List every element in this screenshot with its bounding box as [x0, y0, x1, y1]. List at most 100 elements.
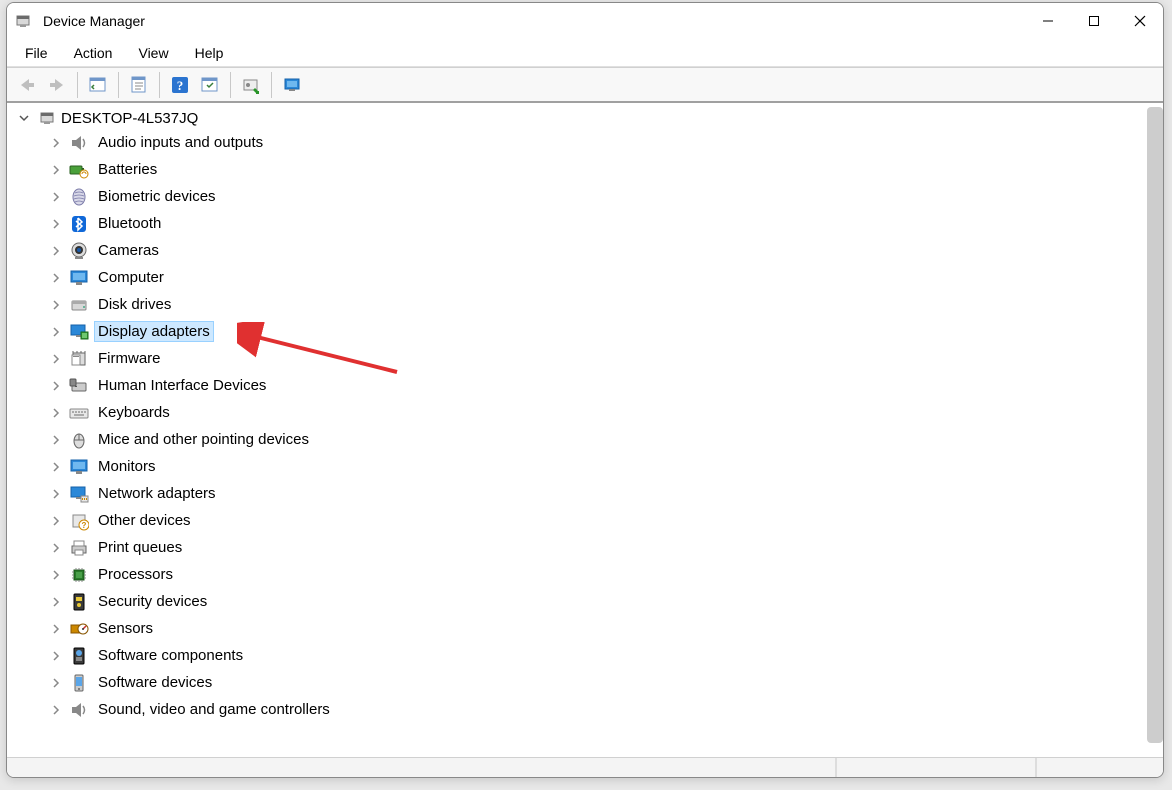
- expand-icon[interactable]: [51, 219, 67, 229]
- close-button[interactable]: [1117, 3, 1163, 39]
- maximize-button[interactable]: [1071, 3, 1117, 39]
- status-segment: [1037, 758, 1163, 777]
- other-icon: [69, 511, 89, 531]
- tree-item[interactable]: Firmware: [7, 345, 1163, 372]
- toolbar: ?: [7, 67, 1163, 103]
- window-controls: [1025, 3, 1163, 39]
- tree-item[interactable]: Software components: [7, 642, 1163, 669]
- tree-item-label: Display adapters: [95, 322, 213, 341]
- network-icon: [69, 484, 89, 504]
- hid-icon: [69, 376, 89, 396]
- toolbar-show-hidden[interactable]: [84, 71, 112, 99]
- tree-item-label: Human Interface Devices: [95, 376, 269, 395]
- toolbar-forward[interactable]: [43, 71, 71, 99]
- tree-item[interactable]: Sound, video and game controllers: [7, 696, 1163, 723]
- toolbar-back[interactable]: [13, 71, 41, 99]
- toolbar-update-driver[interactable]: [237, 71, 265, 99]
- expand-icon[interactable]: [51, 678, 67, 688]
- app-icon: [15, 12, 33, 30]
- tree-item-label: Bluetooth: [95, 214, 164, 233]
- tree-item[interactable]: Biometric devices: [7, 183, 1163, 210]
- tree-item[interactable]: Network adapters: [7, 480, 1163, 507]
- expand-icon[interactable]: [51, 246, 67, 256]
- expand-icon[interactable]: [51, 597, 67, 607]
- tree-item[interactable]: Other devices: [7, 507, 1163, 534]
- tree-item-label: Computer: [95, 268, 167, 287]
- expand-icon[interactable]: [51, 489, 67, 499]
- expand-icon[interactable]: [51, 651, 67, 661]
- tree-item-label: Print queues: [95, 538, 185, 557]
- expand-icon[interactable]: [51, 624, 67, 634]
- tree-item-label: Security devices: [95, 592, 210, 611]
- disk-icon: [69, 295, 89, 315]
- collapse-icon[interactable]: [19, 113, 35, 123]
- titlebar[interactable]: Device Manager: [7, 3, 1163, 39]
- tree-item-label: Sensors: [95, 619, 156, 638]
- expand-icon[interactable]: [51, 138, 67, 148]
- toolbar-separator: [77, 72, 78, 98]
- toolbar-action-panel[interactable]: [196, 71, 224, 99]
- expand-icon[interactable]: [51, 570, 67, 580]
- expand-icon[interactable]: [51, 273, 67, 283]
- expand-icon[interactable]: [51, 354, 67, 364]
- tree-item[interactable]: Human Interface Devices: [7, 372, 1163, 399]
- tree-item[interactable]: Display adapters: [7, 318, 1163, 345]
- expand-icon[interactable]: [51, 543, 67, 553]
- menu-action[interactable]: Action: [62, 43, 125, 63]
- toolbar-separator: [118, 72, 119, 98]
- root-label: DESKTOP-4L537JQ: [61, 110, 198, 127]
- expand-icon[interactable]: [51, 327, 67, 337]
- status-segment: [7, 758, 837, 777]
- tree-item[interactable]: Bluetooth: [7, 210, 1163, 237]
- printer-icon: [69, 538, 89, 558]
- tree-item[interactable]: Security devices: [7, 588, 1163, 615]
- tree-item-label: Disk drives: [95, 295, 174, 314]
- expand-icon[interactable]: [51, 300, 67, 310]
- tree-item-label: Firmware: [95, 349, 164, 368]
- expand-icon[interactable]: [51, 705, 67, 715]
- minimize-button[interactable]: [1025, 3, 1071, 39]
- tree-item-label: Monitors: [95, 457, 159, 476]
- tree-item[interactable]: Software devices: [7, 669, 1163, 696]
- tree-item[interactable]: Batteries: [7, 156, 1163, 183]
- menu-file[interactable]: File: [13, 43, 60, 63]
- tree-item[interactable]: Processors: [7, 561, 1163, 588]
- keyboard-icon: [69, 403, 89, 423]
- mouse-icon: [69, 430, 89, 450]
- software-dev-icon: [69, 673, 89, 693]
- svg-text:?: ?: [177, 78, 184, 93]
- tree-item[interactable]: Monitors: [7, 453, 1163, 480]
- tree-item[interactable]: Sensors: [7, 615, 1163, 642]
- tree-item-label: Network adapters: [95, 484, 219, 503]
- toolbar-scan[interactable]: [278, 71, 306, 99]
- menubar: File Action View Help: [7, 39, 1163, 67]
- toolbar-properties[interactable]: [125, 71, 153, 99]
- speaker-icon: [69, 700, 89, 720]
- expand-icon[interactable]: [51, 462, 67, 472]
- tree-item[interactable]: Computer: [7, 264, 1163, 291]
- device-tree[interactable]: DESKTOP-4L537JQ Audio inputs and outputs…: [7, 103, 1163, 757]
- tree-item[interactable]: Cameras: [7, 237, 1163, 264]
- firmware-icon: [69, 349, 89, 369]
- expand-icon[interactable]: [51, 516, 67, 526]
- status-segment: [837, 758, 1037, 777]
- tree-item[interactable]: Keyboards: [7, 399, 1163, 426]
- processor-icon: [69, 565, 89, 585]
- toolbar-help[interactable]: ?: [166, 71, 194, 99]
- menu-view[interactable]: View: [126, 43, 180, 63]
- tree-item[interactable]: Disk drives: [7, 291, 1163, 318]
- expand-icon[interactable]: [51, 408, 67, 418]
- expand-icon[interactable]: [51, 192, 67, 202]
- tree-item[interactable]: Print queues: [7, 534, 1163, 561]
- toolbar-separator: [159, 72, 160, 98]
- expand-icon[interactable]: [51, 381, 67, 391]
- tree-item[interactable]: Mice and other pointing devices: [7, 426, 1163, 453]
- tree-root[interactable]: DESKTOP-4L537JQ: [7, 107, 1163, 129]
- menu-help[interactable]: Help: [183, 43, 236, 63]
- expand-icon[interactable]: [51, 435, 67, 445]
- expand-icon[interactable]: [51, 165, 67, 175]
- tree-item-label: Biometric devices: [95, 187, 219, 206]
- tree-item[interactable]: Audio inputs and outputs: [7, 129, 1163, 156]
- scrollbar[interactable]: [1147, 107, 1163, 743]
- content-area: DESKTOP-4L537JQ Audio inputs and outputs…: [7, 103, 1163, 757]
